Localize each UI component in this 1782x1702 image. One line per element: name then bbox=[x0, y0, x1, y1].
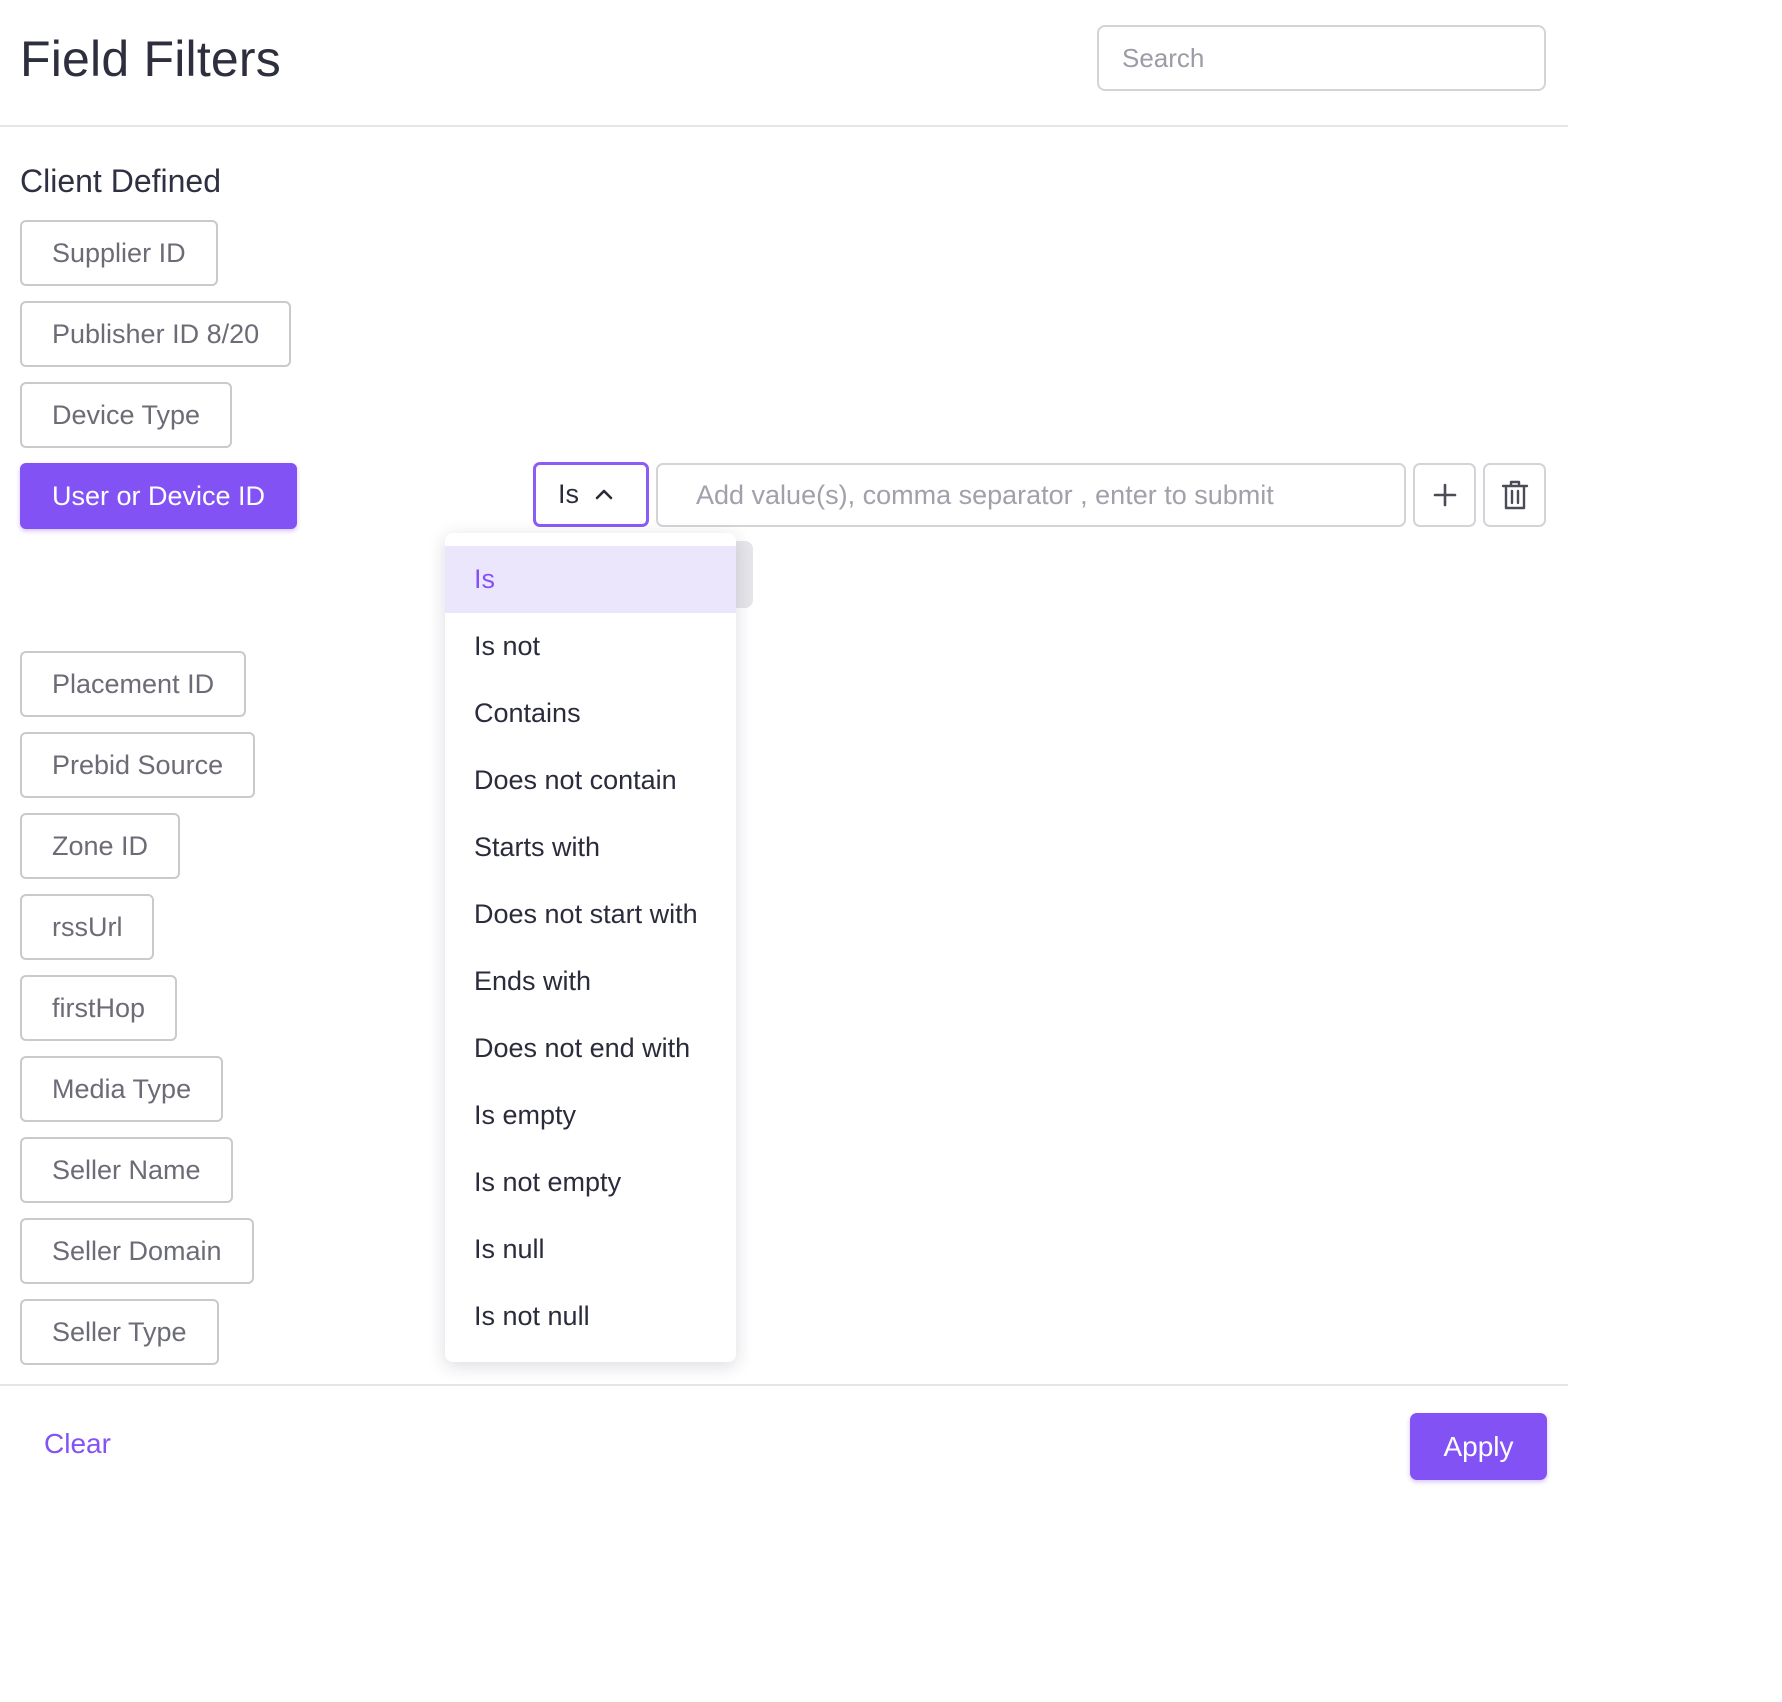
operator-option-is-empty[interactable]: Is empty bbox=[445, 1082, 736, 1149]
operator-option-does-not-end-with[interactable]: Does not end with bbox=[445, 1015, 736, 1082]
value-input[interactable] bbox=[656, 463, 1406, 527]
field-chip-prebid-source[interactable]: Prebid Source bbox=[20, 732, 256, 798]
operator-select-value: Is bbox=[558, 479, 580, 509]
field-chip-publisher-id[interactable]: Publisher ID 8/20 bbox=[20, 301, 292, 367]
clear-button[interactable]: Clear bbox=[44, 1428, 111, 1460]
field-chip-user-or-device-id[interactable]: User or Device ID bbox=[20, 463, 298, 529]
operator-option-is-not[interactable]: Is not bbox=[445, 613, 736, 680]
operator-option-contains[interactable]: Contains bbox=[445, 680, 736, 747]
field-chip-placement-id[interactable]: Placement ID bbox=[20, 651, 247, 717]
trash-icon bbox=[1501, 480, 1528, 510]
field-chip-device-type[interactable]: Device Type bbox=[20, 382, 233, 448]
operator-option-is-null[interactable]: Is null bbox=[445, 1216, 736, 1283]
search-input[interactable] bbox=[1097, 25, 1546, 91]
field-chip-supplier-id[interactable]: Supplier ID bbox=[20, 220, 218, 286]
field-chip-seller-type[interactable]: Seller Type bbox=[20, 1299, 219, 1365]
operator-select[interactable]: Is bbox=[533, 462, 649, 527]
operator-option-does-not-start-with[interactable]: Does not start with bbox=[445, 881, 736, 948]
add-value-button[interactable] bbox=[1413, 463, 1476, 527]
chevron-up-icon bbox=[595, 489, 613, 499]
field-chip-media-type[interactable]: Media Type bbox=[20, 1056, 224, 1122]
field-chip-zone-id[interactable]: Zone ID bbox=[20, 813, 181, 879]
operator-option-starts-with[interactable]: Starts with bbox=[445, 814, 736, 881]
header-bar: Field Filters bbox=[0, 0, 1568, 127]
operator-option-is-not-null[interactable]: Is not null bbox=[445, 1283, 736, 1350]
plus-icon bbox=[1433, 483, 1456, 507]
operator-option-is[interactable]: Is bbox=[445, 546, 736, 613]
page-title: Field Filters bbox=[20, 31, 281, 87]
field-chip-firsthop[interactable]: firstHop bbox=[20, 975, 178, 1041]
operator-option-is-not-empty[interactable]: Is not empty bbox=[445, 1149, 736, 1216]
field-chip-seller-name[interactable]: Seller Name bbox=[20, 1137, 233, 1203]
field-chip-rssurl[interactable]: rssUrl bbox=[20, 894, 155, 960]
operator-option-does-not-contain[interactable]: Does not contain bbox=[445, 747, 736, 814]
operator-option-ends-with[interactable]: Ends with bbox=[445, 948, 736, 1015]
section-title: Client Defined bbox=[20, 163, 221, 199]
delete-filter-button[interactable] bbox=[1483, 463, 1546, 527]
field-chip-seller-domain[interactable]: Seller Domain bbox=[20, 1218, 254, 1284]
apply-button[interactable]: Apply bbox=[1410, 1413, 1547, 1480]
footer-divider bbox=[0, 1384, 1568, 1386]
